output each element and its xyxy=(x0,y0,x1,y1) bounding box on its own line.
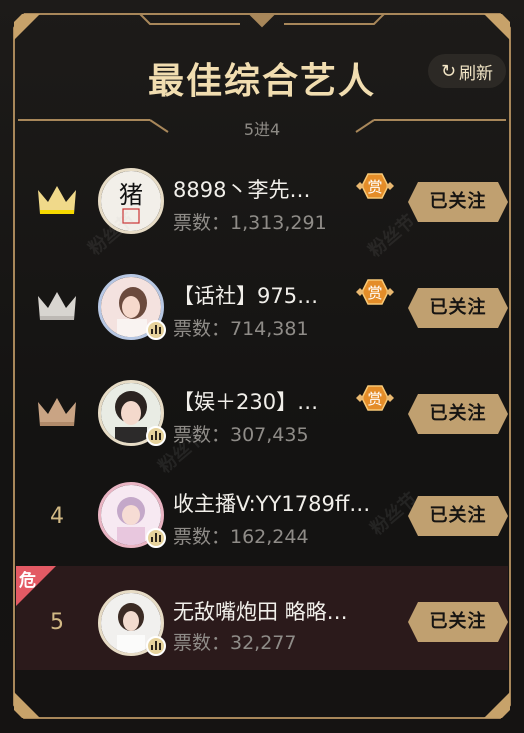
reward-label: 赏 xyxy=(367,284,382,302)
crown-gold-icon xyxy=(38,186,76,214)
artist-name: 收主播V:YY1789ff… xyxy=(173,492,371,516)
follow-button[interactable]: 已关注 xyxy=(408,602,508,642)
follow-label: 已关注 xyxy=(429,403,487,424)
rank-number: 4 xyxy=(50,504,64,529)
vote-count: 票数：32,277 xyxy=(173,632,297,654)
follow-button[interactable]: 已关注 xyxy=(408,394,508,434)
chart-badge-icon xyxy=(146,636,166,656)
follow-label: 已关注 xyxy=(429,611,487,632)
danger-tag: 危 xyxy=(16,566,56,606)
follow-button[interactable]: 已关注 xyxy=(408,288,508,328)
danger-tag-label: 危 xyxy=(19,571,36,591)
list-item[interactable]: 危 5 无敌嘴炮田 略略… 票数：32,277 已关注 xyxy=(16,566,508,670)
refresh-icon: ↻ xyxy=(440,60,457,82)
artist-name: 无敌嘴炮田 略略… xyxy=(173,600,348,624)
chart-badge-icon xyxy=(146,528,166,548)
vote-count: 票数：162,244 xyxy=(173,526,309,548)
refresh-button[interactable]: ↻ 刷新 xyxy=(428,54,506,88)
ranking-panel: 最佳综合艺人 ↻ 刷新 5进4 猪 8898丶李先… 票数：1,313,291 … xyxy=(0,0,524,733)
artist-name: 【娱＋230】… xyxy=(173,390,319,414)
rank-number: 5 xyxy=(50,610,64,635)
list-item[interactable]: 【话社】975… 票数：714,381 赏 已关注 xyxy=(16,254,508,358)
list-item[interactable]: 【娱＋230】… 票数：307,435 赏 已关注 xyxy=(16,360,508,464)
follow-button[interactable]: 已关注 xyxy=(408,182,508,222)
crown-silver-icon xyxy=(38,292,76,320)
reward-badge[interactable]: 赏 xyxy=(356,278,394,306)
list-item[interactable]: 4 收主播V:YY1789ff… 票数：162,244 已关注 xyxy=(16,462,508,566)
follow-button[interactable]: 已关注 xyxy=(408,496,508,536)
vote-count: 票数：1,313,291 xyxy=(173,212,327,234)
follow-label: 已关注 xyxy=(429,191,487,212)
round-subtitle: 5进4 xyxy=(243,120,281,139)
follow-label: 已关注 xyxy=(429,297,487,318)
artist-name: 【话社】975… xyxy=(173,284,319,308)
artist-name: 8898丶李先… xyxy=(173,178,311,202)
chart-badge-icon xyxy=(146,426,166,446)
crown-bronze-icon xyxy=(38,398,76,426)
refresh-label: 刷新 xyxy=(459,63,494,84)
reward-label: 赏 xyxy=(367,390,382,408)
reward-label: 赏 xyxy=(367,178,382,196)
reward-badge[interactable]: 赏 xyxy=(356,384,394,412)
chart-badge-icon xyxy=(146,320,166,340)
vote-count: 票数：714,381 xyxy=(173,318,309,340)
follow-label: 已关注 xyxy=(429,505,487,526)
reward-badge[interactable]: 赏 xyxy=(356,172,394,200)
